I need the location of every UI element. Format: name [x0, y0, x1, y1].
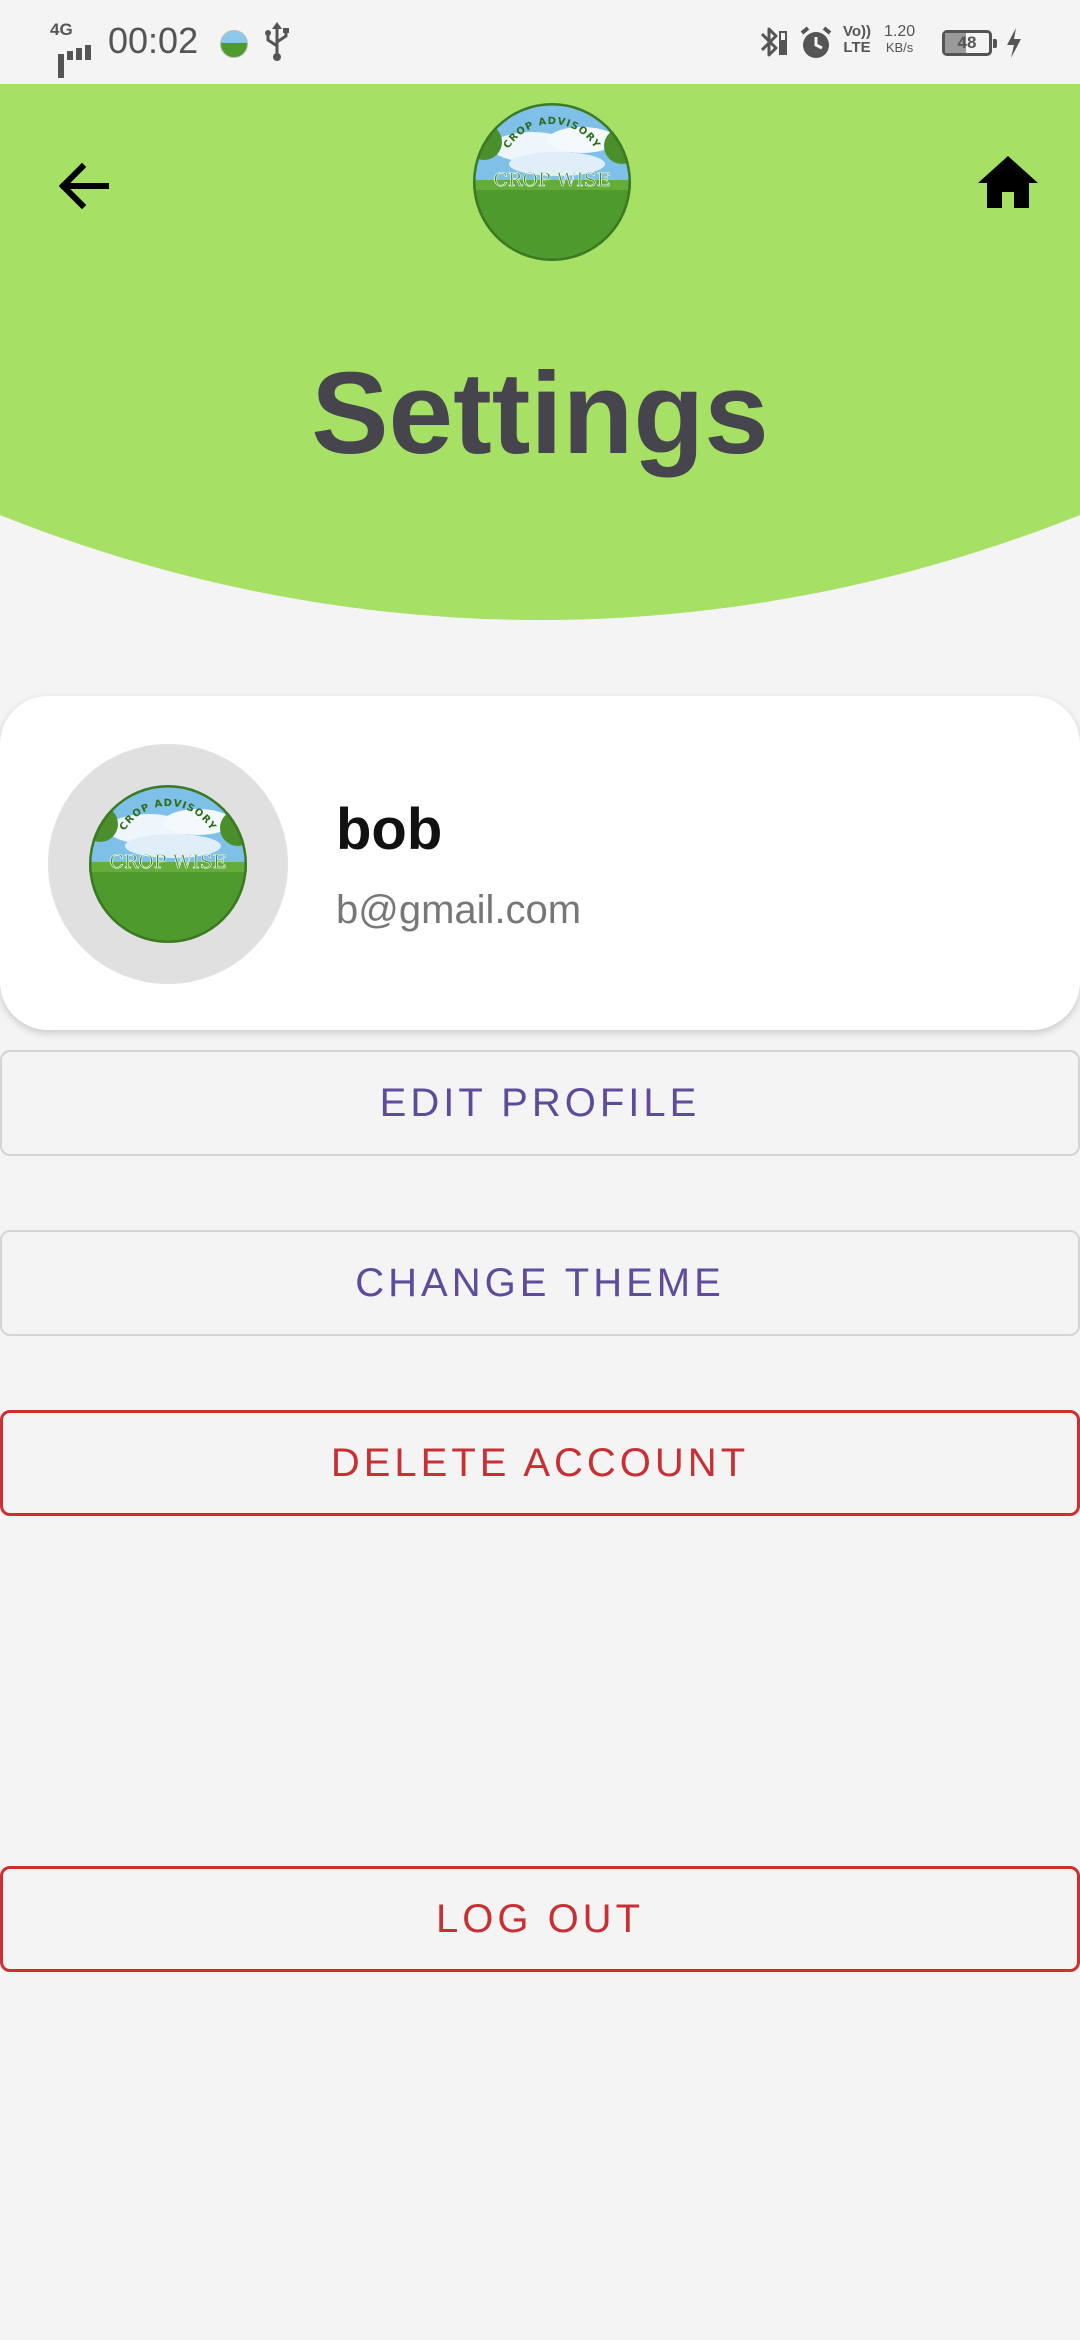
- battery-icon: 48: [942, 30, 997, 56]
- app-notification-icon: [220, 30, 248, 58]
- logo-text-main: CROP WISE: [493, 169, 610, 191]
- change-theme-button[interactable]: CHANGE THEME: [0, 1230, 1080, 1336]
- usb-icon: [262, 22, 292, 62]
- home-button[interactable]: [972, 146, 1044, 218]
- back-button[interactable]: [48, 150, 120, 222]
- charging-icon: [1004, 26, 1024, 60]
- status-bar: 4G 00:02 Vo)) LTE 1.20 KB/s 48: [0, 0, 1080, 84]
- alarm-icon: [798, 25, 834, 61]
- user-email: b@gmail.com: [336, 888, 582, 932]
- profile-card: CROP ADVISORY CROP WISE bob b@gmail.com: [0, 696, 1080, 1030]
- header: CROP ADVISORY CROP WISE Settings: [0, 84, 1080, 620]
- volte-icon: Vo)) LTE: [842, 23, 872, 56]
- avatar-image: CROP ADVISORY CROP WISE: [88, 784, 248, 944]
- speed-value: 1.20: [884, 23, 916, 40]
- signal-icon: 4G: [50, 20, 100, 78]
- network-speed: 1.20 KB/s: [884, 24, 915, 56]
- home-icon: [978, 156, 1038, 208]
- status-time: 00:02: [108, 20, 199, 61]
- battery-level: 48: [957, 33, 977, 52]
- bluetooth-icon: [756, 22, 788, 62]
- avatar-text-main: CROP WISE: [109, 851, 226, 873]
- delete-account-button[interactable]: DELETE ACCOUNT: [0, 1410, 1080, 1516]
- speed-unit: KB/s: [885, 40, 914, 55]
- page-title: Settings: [311, 348, 769, 478]
- edit-profile-button[interactable]: EDIT PROFILE: [0, 1050, 1080, 1156]
- log-out-button[interactable]: LOG OUT: [0, 1866, 1080, 1972]
- user-name: bob: [336, 797, 443, 862]
- avatar: CROP ADVISORY CROP WISE: [48, 744, 288, 984]
- network-type: 4G: [50, 20, 73, 39]
- arrow-left-icon: [58, 162, 109, 210]
- app-logo: CROP ADVISORY CROP WISE: [472, 102, 632, 262]
